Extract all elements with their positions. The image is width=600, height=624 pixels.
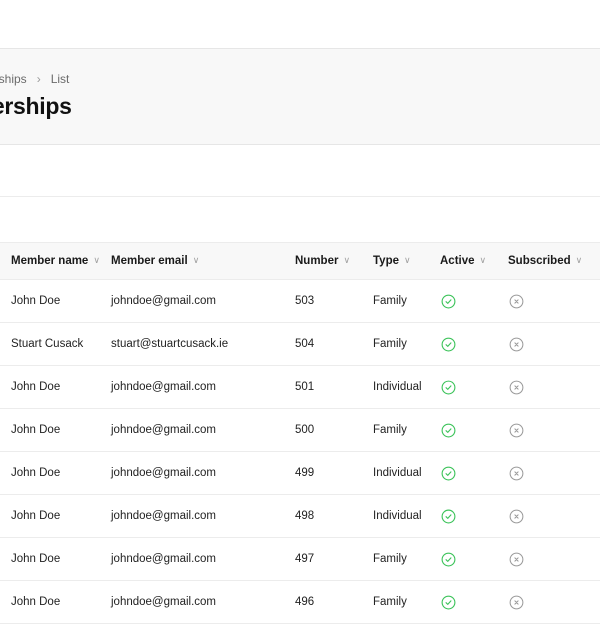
breadcrumb: erships › List xyxy=(0,72,69,86)
cell-number: 500 xyxy=(295,424,315,436)
x-circle-icon xyxy=(509,509,524,524)
table-row[interactable]: John Doe johndoe@gmail.com 498 Individual xyxy=(0,495,600,538)
cell-subscribed xyxy=(508,323,600,366)
check-circle-icon xyxy=(441,380,456,395)
x-circle-icon xyxy=(509,337,524,352)
cell-member-email: johndoe@gmail.com xyxy=(111,467,217,479)
top-bar xyxy=(0,0,600,49)
check-circle-icon xyxy=(441,552,456,567)
table-body: John Doe johndoe@gmail.com 503 Family Stuart… xyxy=(0,280,600,624)
check-circle-icon xyxy=(441,337,456,352)
cell-type: Family xyxy=(373,424,407,436)
cell-member-email: johndoe@gmail.com xyxy=(111,381,217,393)
table-row[interactable]: John Doe johndoe@gmail.com 501 Individual xyxy=(0,366,600,409)
cell-subscribed xyxy=(508,366,600,409)
cell-member-name: John Doe xyxy=(11,295,61,307)
cell-member-email: johndoe@gmail.com xyxy=(111,510,217,522)
chevron-right-icon: › xyxy=(36,72,41,86)
cell-number: 499 xyxy=(295,467,315,479)
cell-member-email: johndoe@gmail.com xyxy=(111,553,217,565)
cell-member-name: John Doe xyxy=(11,596,61,608)
check-circle-icon xyxy=(441,595,456,610)
cell-number: 503 xyxy=(295,295,315,307)
cell-active xyxy=(440,538,508,581)
x-circle-icon xyxy=(509,380,524,395)
cell-active xyxy=(440,323,508,366)
page-header: erships › List mberships xyxy=(0,49,600,145)
cell-subscribed xyxy=(508,581,600,624)
cell-member-name: John Doe xyxy=(11,510,61,522)
x-circle-icon xyxy=(509,466,524,481)
table-row[interactable]: Stuart Cusack stuart@stuartcusack.ie 504 Fa… xyxy=(0,323,600,366)
chevron-down-icon: ∨ xyxy=(343,255,351,265)
page-title: mberships xyxy=(0,93,72,119)
cell-member-name: John Doe xyxy=(11,424,61,436)
cell-type: Family xyxy=(373,553,407,565)
x-circle-icon xyxy=(509,552,524,567)
cell-number: 498 xyxy=(295,510,315,522)
cell-member-name: Stuart Cusack xyxy=(11,338,84,350)
column-header-number[interactable]: Number ∨ xyxy=(295,243,373,280)
check-circle-icon xyxy=(441,423,456,438)
table-row[interactable]: John Doe johndoe@gmail.com 497 Family xyxy=(0,538,600,581)
cell-type: Individual xyxy=(373,381,422,393)
column-header-type[interactable]: Type ∨ xyxy=(373,243,440,280)
cell-active xyxy=(440,452,508,495)
memberships-table: Member name ∨ Member email ∨ Number ∨ Type ∨… xyxy=(0,242,600,624)
chevron-down-icon: ∨ xyxy=(192,255,200,265)
cell-member-email: stuart@stuartcusack.ie xyxy=(111,338,229,350)
cell-number: 504 xyxy=(295,338,315,350)
cell-type: Individual xyxy=(373,510,422,522)
table-row[interactable]: John Doe johndoe@gmail.com 503 Family xyxy=(0,280,600,323)
cell-subscribed xyxy=(508,409,600,452)
table-row[interactable]: John Doe johndoe@gmail.com 499 Individual xyxy=(0,452,600,495)
x-circle-icon xyxy=(509,294,524,309)
cell-active xyxy=(440,409,508,452)
chevron-down-icon: ∨ xyxy=(479,255,487,265)
column-header-subscribed[interactable]: Subscribed ∨ xyxy=(508,243,600,280)
chevron-down-icon: ∨ xyxy=(93,255,100,265)
cell-member-email: johndoe@gmail.com xyxy=(111,424,217,436)
column-header-member-name[interactable]: Member name ∨ xyxy=(0,243,111,280)
cell-active xyxy=(440,280,508,323)
cell-type: Family xyxy=(373,295,407,307)
cell-active xyxy=(440,495,508,538)
table-row[interactable]: John Doe johndoe@gmail.com 500 Family xyxy=(0,409,600,452)
cell-member-name: John Doe xyxy=(11,467,61,479)
table-row[interactable]: John Doe johndoe@gmail.com 496 Family xyxy=(0,581,600,624)
column-header-active[interactable]: Active ∨ xyxy=(440,243,508,280)
cell-subscribed xyxy=(508,452,600,495)
cell-subscribed xyxy=(508,538,600,581)
x-circle-icon xyxy=(509,423,524,438)
cell-type: Individual xyxy=(373,467,422,479)
column-header-member-email[interactable]: Member email ∨ xyxy=(111,243,295,280)
cell-member-name: John Doe xyxy=(11,553,61,565)
check-circle-icon xyxy=(441,294,456,309)
table-toolbar xyxy=(0,145,600,197)
cell-subscribed xyxy=(508,495,600,538)
cell-member-email: johndoe@gmail.com xyxy=(111,295,217,307)
cell-number: 496 xyxy=(295,596,315,608)
breadcrumb-item-memberships[interactable]: erships xyxy=(0,72,27,86)
check-circle-icon xyxy=(441,466,456,481)
cell-active xyxy=(440,366,508,409)
cell-type: Family xyxy=(373,338,407,350)
cell-subscribed xyxy=(508,280,600,323)
cell-member-name: John Doe xyxy=(11,381,61,393)
memberships-table-container: Member name ∨ Member email ∨ Number ∨ Type ∨… xyxy=(0,242,600,624)
cell-number: 497 xyxy=(295,553,315,565)
chevron-down-icon: ∨ xyxy=(575,255,583,265)
cell-type: Family xyxy=(373,596,407,608)
chevron-down-icon: ∨ xyxy=(404,255,411,265)
breadcrumb-item-list: List xyxy=(50,72,70,86)
table-header-row: Member name ∨ Member email ∨ Number ∨ Type ∨… xyxy=(0,242,600,280)
cell-member-email: johndoe@gmail.com xyxy=(111,596,217,608)
check-circle-icon xyxy=(441,509,456,524)
x-circle-icon xyxy=(509,595,524,610)
cell-number: 501 xyxy=(295,381,315,393)
cell-active xyxy=(440,581,508,624)
